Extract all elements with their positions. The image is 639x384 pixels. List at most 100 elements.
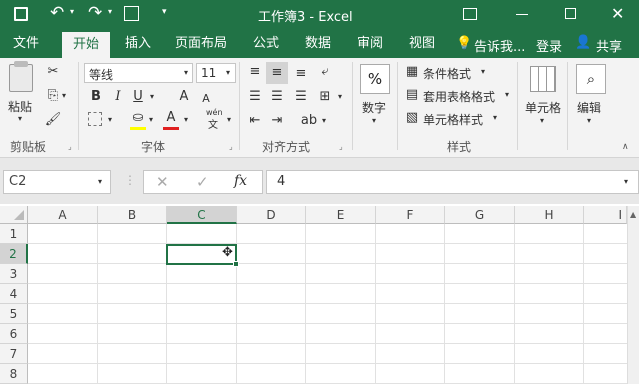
paste-dropdown-icon[interactable]: ▾ [18,114,22,123]
tab-formulas[interactable]: 公式 [244,30,288,58]
column-header-e[interactable]: E [306,206,376,224]
undo-icon[interactable]: ↶ [50,3,64,23]
font-name-box[interactable]: 等线 ▾ [84,63,193,83]
column-header-h[interactable]: H [515,206,584,224]
font-launcher-icon[interactable]: ⌟ [229,142,233,151]
user-icon[interactable]: 👤 [575,35,591,50]
tab-home[interactable]: 开始 [62,32,110,58]
scroll-up-icon[interactable]: ▲ [630,210,636,219]
align-middle-icon[interactable]: ≡ [268,65,286,81]
underline-icon[interactable]: U [130,89,146,105]
merge-dropdown-icon[interactable]: ▾ [336,89,344,105]
orientation-dropdown-icon[interactable]: ▾ [320,113,328,129]
customize-qat-icon[interactable]: ▾ [162,7,167,17]
lightbulb-icon[interactable]: 💡 [456,36,472,51]
search-icon[interactable]: ⌕ [576,64,606,94]
cut-icon[interactable]: ✂ [44,64,62,80]
collapse-ribbon-icon[interactable]: ∧ [622,142,629,152]
insert-function-icon[interactable]: fx [234,173,247,189]
align-top-icon[interactable]: ≡ [246,64,264,80]
column-header-c[interactable]: C [167,206,237,224]
column-header-g[interactable]: G [445,206,515,224]
cell-styles-icon[interactable]: ▧ [404,110,420,126]
tab-page-layout[interactable]: 页面布局 [168,30,234,58]
align-right-icon[interactable]: ☰ [292,89,310,105]
paste-button[interactable]: 粘贴 [8,98,32,115]
row-header-2[interactable]: 2 [0,244,28,264]
share-button[interactable]: 共享 [596,36,622,55]
paste-icon[interactable] [9,64,33,92]
column-header-d[interactable]: D [237,206,306,224]
tab-view[interactable]: 视图 [400,30,444,58]
vertical-scrollbar[interactable]: ▲ [627,206,639,384]
percent-icon[interactable]: % [360,64,390,94]
minimize-icon[interactable] [516,14,528,15]
clipboard-launcher-icon[interactable]: ⌟ [68,142,72,151]
row-header-1[interactable]: 1 [0,224,28,244]
editing-dropdown-icon[interactable]: ▾ [587,116,591,125]
align-center-icon[interactable]: ☰ [268,89,286,105]
chevron-down-icon[interactable]: ▾ [98,177,102,186]
column-header-f[interactable]: F [376,206,445,224]
cells-button[interactable]: 单元格 [525,99,561,116]
decrease-indent-icon[interactable]: ⇤ [246,113,264,129]
row-header-6[interactable]: 6 [0,324,28,344]
increase-font-icon[interactable]: A [176,89,192,105]
fill-handle[interactable] [233,261,239,267]
sign-in-link[interactable]: 登录 [536,36,562,55]
close-icon[interactable]: ✕ [611,4,624,23]
orientation-icon[interactable]: ab [300,113,318,129]
format-painter-icon[interactable]: 🖌 [44,112,62,128]
redo-icon[interactable]: ↷ [88,3,102,23]
border-dropdown-icon[interactable]: ▾ [106,112,114,128]
cell-styles-button[interactable]: 单元格样式 [423,111,483,128]
row-header-5[interactable]: 5 [0,304,28,324]
font-color-dropdown-icon[interactable]: ▾ [182,112,190,128]
ribbon-display-icon[interactable] [463,8,477,20]
merge-center-icon[interactable]: ⊞ [316,89,334,105]
formula-bar-grip-icon[interactable]: ⋮ [124,173,136,187]
cancel-icon[interactable]: ✕ [156,173,169,191]
number-dropdown-icon[interactable]: ▾ [372,116,376,125]
row-header-4[interactable]: 4 [0,284,28,304]
table-format-button[interactable]: 套用表格格式 [423,88,495,105]
formula-input[interactable]: 4 ▾ [266,170,639,194]
cells-dropdown-icon[interactable]: ▾ [540,116,544,125]
column-header-b[interactable]: B [98,206,167,224]
font-color-icon[interactable]: A [163,110,179,126]
wrap-text-icon[interactable]: ⤶ [316,64,334,80]
conditional-format-button[interactable]: 条件格式 [423,65,471,82]
tell-me-text[interactable]: 告诉我... [474,36,525,55]
row-header-7[interactable]: 7 [0,344,28,364]
decrease-font-icon[interactable]: A [199,91,213,107]
enter-icon[interactable]: ✓ [196,173,209,191]
alignment-launcher-icon[interactable]: ⌟ [339,142,343,151]
copy-dropdown-icon[interactable]: ▾ [60,88,68,104]
increase-indent-icon[interactable]: ⇥ [268,113,286,129]
worksheet-grid[interactable] [0,206,639,384]
phonetic-guide-icon[interactable]: wén [206,108,223,117]
column-header-i[interactable]: I [584,206,627,224]
cells-icon[interactable] [530,66,556,92]
tab-data[interactable]: 数据 [296,30,340,58]
row-header-3[interactable]: 3 [0,264,28,284]
expand-formula-icon[interactable]: ▾ [624,177,628,186]
tab-file[interactable]: 文件 [0,30,52,58]
font-size-box[interactable]: 11 ▾ [196,63,236,83]
fill-color-dropdown-icon[interactable]: ▾ [147,112,155,128]
tab-insert[interactable]: 插入 [114,30,162,58]
italic-icon[interactable]: I [110,89,126,105]
align-bottom-icon[interactable]: ≡ [292,66,310,82]
bold-icon[interactable]: B [88,89,104,105]
chevron-down-icon[interactable]: ▾ [493,113,497,122]
conditional-format-icon[interactable]: ▦ [404,64,420,80]
maximize-icon[interactable] [565,8,576,19]
number-format-button[interactable]: 数字 [362,99,386,116]
form-icon[interactable] [124,6,139,21]
chevron-down-icon[interactable]: ▾ [505,90,509,99]
chevron-down-icon[interactable]: ▾ [481,67,485,76]
fill-color-icon[interactable]: ⛀ [130,110,146,126]
editing-button[interactable]: 编辑 [577,99,601,116]
row-header-8[interactable]: 8 [0,364,28,384]
redo-dropdown-icon[interactable]: ▾ [108,7,112,16]
